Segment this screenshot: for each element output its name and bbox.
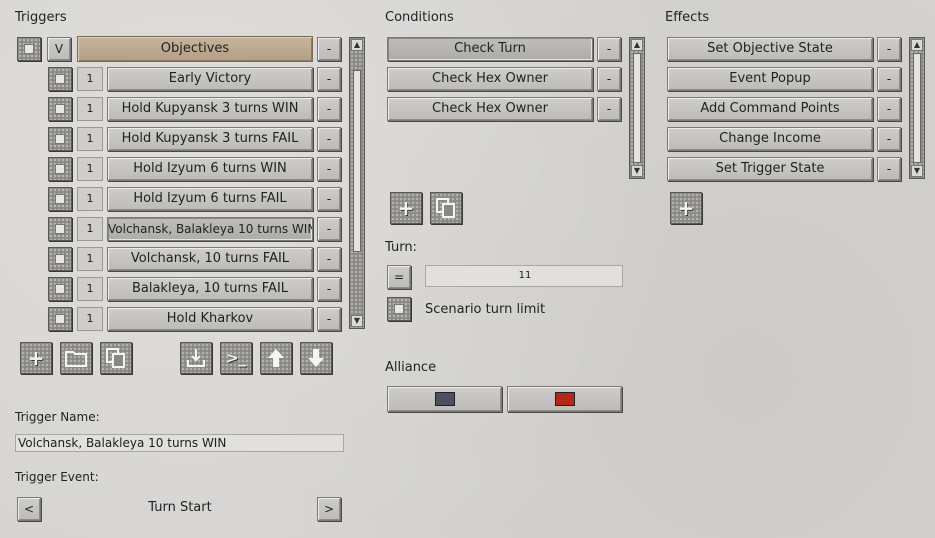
import-icon[interactable] [180, 342, 212, 374]
scroll-down-arrow-icon[interactable]: ▼ [911, 165, 923, 177]
folder-icon[interactable] [60, 342, 92, 374]
trigger-checkbox[interactable] [48, 67, 72, 91]
event-next-button[interactable]: > [317, 497, 341, 521]
scroll-thumb[interactable] [633, 53, 641, 163]
scroll-thumb[interactable] [353, 70, 361, 252]
trigger-remove-button[interactable]: - [317, 67, 341, 91]
trigger-count: 1 [77, 97, 103, 121]
trigger-remove-button[interactable]: - [317, 277, 341, 301]
trigger-count: 1 [77, 127, 103, 151]
turn-value-input[interactable]: 11 [425, 265, 623, 287]
scenario-limit-checkbox[interactable] [387, 297, 411, 321]
alliance-button-2[interactable] [507, 386, 622, 412]
trigger-checkbox[interactable] [48, 277, 72, 301]
effect-item[interactable]: Change Income [667, 127, 873, 151]
effects-scrollbar[interactable]: ▲ ▼ [909, 37, 925, 179]
effect-item[interactable]: Event Popup [667, 67, 873, 91]
effects-title: Effects [665, 10, 710, 25]
condition-item[interactable]: Check Hex Owner [387, 67, 593, 91]
move-up-icon[interactable] [260, 342, 292, 374]
objectives-header[interactable]: Objectives [77, 36, 313, 62]
trigger-checkbox[interactable] [48, 307, 72, 331]
trigger-checkbox[interactable] [48, 127, 72, 151]
trigger-remove-button[interactable]: - [317, 247, 341, 271]
conditions-title: Conditions [385, 10, 454, 25]
effect-remove-button[interactable]: - [877, 127, 901, 151]
trigger-checkbox[interactable] [48, 157, 72, 181]
trigger-remove-button[interactable]: - [317, 157, 341, 181]
scenario-limit-label: Scenario turn limit [425, 302, 546, 317]
trigger-count: 1 [77, 277, 103, 301]
trigger-event-value: Turn Start [148, 500, 212, 515]
trigger-count: 1 [77, 247, 103, 271]
add-effect-icon[interactable]: + [670, 192, 702, 224]
triggers-title: Triggers [15, 10, 67, 25]
trigger-name-input[interactable]: Volchansk, Balakleya 10 turns WIN [15, 434, 344, 452]
trigger-checkbox[interactable] [48, 247, 72, 271]
trigger-item[interactable]: Volchansk, Balakleya 10 turns WIN [107, 217, 313, 241]
trigger-remove-button[interactable]: - [317, 97, 341, 121]
copy-icon[interactable] [100, 342, 132, 374]
trigger-item[interactable]: Hold Kharkov [107, 307, 313, 331]
effect-remove-button[interactable]: - [877, 67, 901, 91]
trigger-count: 1 [77, 217, 103, 241]
copy-condition-icon[interactable] [430, 192, 462, 224]
trigger-count: 1 [77, 187, 103, 211]
trigger-item[interactable]: Hold Izyum 6 turns FAIL [107, 187, 313, 211]
alliance-label: Alliance [385, 360, 437, 375]
scroll-down-arrow-icon[interactable]: ▼ [631, 165, 643, 177]
move-down-icon[interactable] [300, 342, 332, 374]
effect-item[interactable]: Set Objective State [667, 37, 873, 61]
effect-remove-button[interactable]: - [877, 97, 901, 121]
trigger-checkbox[interactable] [48, 187, 72, 211]
scroll-thumb[interactable] [913, 53, 921, 163]
trigger-item[interactable]: Hold Izyum 6 turns WIN [107, 157, 313, 181]
triggers-scrollbar[interactable]: ▲ ▼ [349, 37, 365, 329]
effect-remove-button[interactable]: - [877, 37, 901, 61]
condition-item[interactable]: Check Turn [387, 37, 593, 61]
trigger-remove-button[interactable]: - [317, 127, 341, 151]
effect-remove-button[interactable]: - [877, 157, 901, 181]
trigger-event-label: Trigger Event: [15, 470, 99, 484]
trigger-remove-button[interactable]: - [317, 217, 341, 241]
condition-item[interactable]: Check Hex Owner [387, 97, 593, 121]
trigger-count: 1 [77, 67, 103, 91]
trigger-item[interactable]: Hold Kupyansk 3 turns FAIL [107, 127, 313, 151]
trigger-checkbox[interactable] [48, 97, 72, 121]
scroll-up-arrow-icon[interactable]: ▲ [631, 39, 643, 51]
alliance-swatch-1 [435, 392, 455, 406]
trigger-item[interactable]: Early Victory [107, 67, 313, 91]
condition-remove-button[interactable]: - [597, 67, 621, 91]
alliance-button-1[interactable] [387, 386, 502, 412]
trigger-item[interactable]: Volchansk, 10 turns FAIL [107, 247, 313, 271]
scroll-down-arrow-icon[interactable]: ▼ [351, 315, 363, 327]
alliance-swatch-2 [555, 392, 575, 406]
objectives-remove-button[interactable]: - [317, 37, 341, 61]
trigger-remove-button[interactable]: - [317, 307, 341, 331]
effect-item[interactable]: Add Command Points [667, 97, 873, 121]
trigger-count: 1 [77, 307, 103, 331]
trigger-count: 1 [77, 157, 103, 181]
trigger-item[interactable]: Balakleya, 10 turns FAIL [107, 277, 313, 301]
condition-remove-button[interactable]: - [597, 37, 621, 61]
trigger-remove-button[interactable]: - [317, 187, 341, 211]
condition-remove-button[interactable]: - [597, 97, 621, 121]
trigger-checkbox[interactable] [48, 217, 72, 241]
turn-label: Turn: [385, 240, 417, 255]
scroll-up-arrow-icon[interactable]: ▲ [351, 39, 363, 51]
add-icon[interactable]: + [20, 342, 52, 374]
operator-button[interactable]: = [387, 265, 411, 289]
console-icon[interactable]: >_ [220, 342, 252, 374]
add-condition-icon[interactable]: + [390, 192, 422, 224]
objectives-checkbox[interactable] [17, 37, 41, 61]
event-prev-button[interactable]: < [17, 497, 41, 521]
conditions-scrollbar[interactable]: ▲ ▼ [629, 37, 645, 179]
v-button[interactable]: V [47, 37, 71, 61]
trigger-name-label: Trigger Name: [15, 410, 100, 424]
effect-item[interactable]: Set Trigger State [667, 157, 873, 181]
scroll-up-arrow-icon[interactable]: ▲ [911, 39, 923, 51]
trigger-item[interactable]: Hold Kupyansk 3 turns WIN [107, 97, 313, 121]
